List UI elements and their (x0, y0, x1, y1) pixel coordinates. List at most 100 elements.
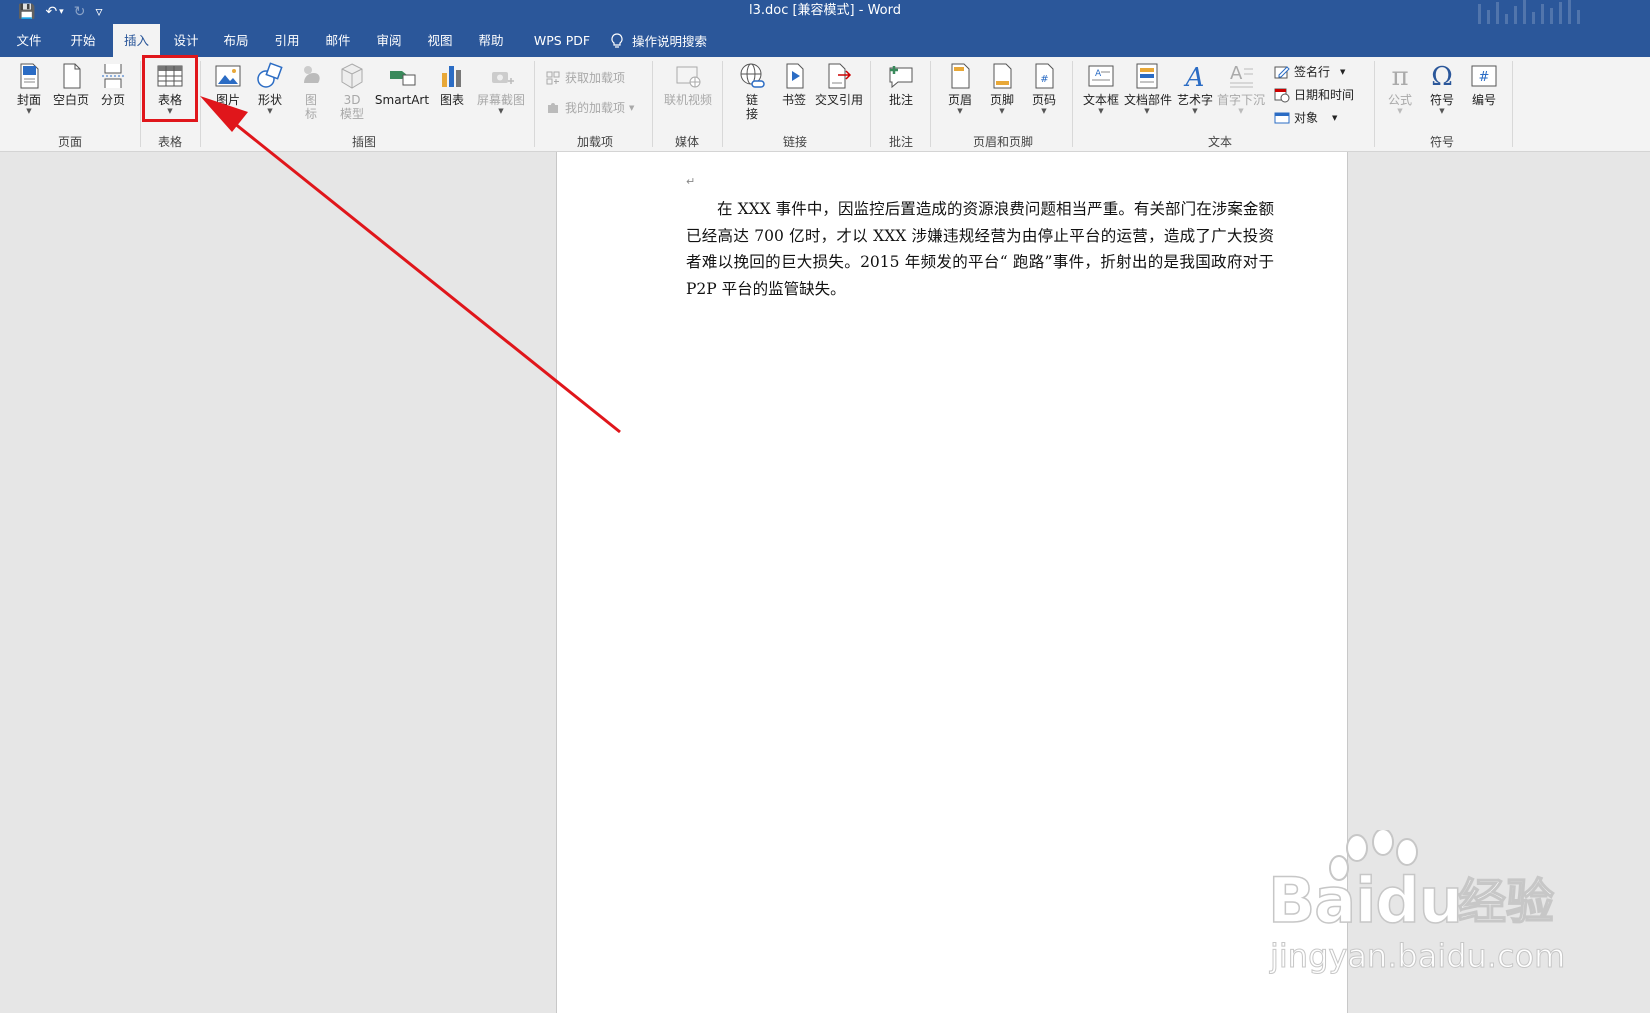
cover-page-label: 封面 (16, 93, 41, 107)
tell-me-search[interactable]: 操作说明搜索 (610, 24, 707, 57)
tab-view[interactable]: 视图 (423, 24, 457, 57)
chart-button[interactable]: 图表 (436, 61, 468, 107)
3d-model-label-1: 3D (343, 93, 361, 107)
ribbon-tabs: 文件 开始 插入 设计 布局 引用 邮件 审阅 视图 帮助 WPS PDF 操作… (0, 24, 1650, 57)
new-comment-button[interactable]: 批注 (882, 61, 920, 107)
group-separator (870, 61, 871, 147)
chart-label: 图表 (439, 93, 464, 107)
tab-home[interactable]: 开始 (66, 24, 100, 57)
lightbulb-icon (611, 32, 623, 48)
table-button-highlight (142, 55, 198, 122)
svg-text:#: # (1040, 74, 1048, 85)
tab-review[interactable]: 审阅 (372, 24, 406, 57)
date-time-label: 日期和时间 (1294, 88, 1355, 102)
group-label-header-footer: 页眉和页脚 (972, 135, 1033, 149)
quick-parts-icon (1136, 63, 1158, 89)
get-addins-label: 获取加载项 (565, 71, 626, 85)
footer-icon (993, 63, 1012, 89)
link-button[interactable]: 链 接 (734, 61, 770, 121)
smartart-button[interactable]: SmartArt (374, 61, 430, 107)
header-button[interactable]: 页眉 ▼ (942, 61, 978, 115)
puzzle-icon (548, 102, 558, 113)
header-icon (951, 63, 970, 89)
shapes-label: 形状 (257, 93, 282, 107)
smartart-icon (390, 71, 416, 86)
watermark-url: jingyan.baidu.com (1269, 937, 1566, 975)
group-separator (930, 61, 931, 147)
cross-reference-label: 交叉引用 (814, 93, 863, 107)
tab-wps-pdf[interactable]: WPS PDF (526, 24, 598, 57)
tell-me-label: 操作说明搜索 (632, 34, 708, 49)
tab-references[interactable]: 引用 (270, 24, 304, 57)
page-number-label: 页码 (1031, 93, 1056, 107)
tab-file[interactable]: 文件 (12, 24, 46, 57)
tab-mailings[interactable]: 邮件 (321, 24, 355, 57)
icons-label-1: 图 (304, 93, 317, 107)
bookmark-button[interactable]: 书签 (776, 61, 812, 107)
equation-label: 公式 (1387, 93, 1412, 107)
textbox-label: 文本框 (1082, 93, 1119, 107)
icons-icon (304, 66, 320, 83)
cover-page-button[interactable]: 封面 ▼ (12, 61, 46, 115)
get-addins-button: 获取加载项 (545, 69, 625, 86)
cube-icon (341, 63, 363, 89)
picture-button[interactable]: 图片 (210, 61, 246, 107)
omega-icon: Ω (1431, 62, 1453, 91)
group-separator (534, 61, 535, 147)
chevron-down-icon: ▼ (26, 107, 32, 115)
tab-layout[interactable]: 布局 (219, 24, 253, 57)
wordart-icon: A (1184, 63, 1205, 91)
svg-text:π: π (1391, 62, 1408, 91)
ribbon-insert: 封面 ▼ 空白页 分页 页面 表格 ▼ 表格 图片 形状 ▼ 图 标 3D 模型… (0, 57, 1650, 152)
blank-page-button[interactable]: 空白页 (52, 61, 90, 107)
group-label-symbols: 符号 (1429, 135, 1454, 149)
screenshot-label: 屏幕截图 (476, 93, 525, 107)
group-label-comments: 批注 (888, 135, 913, 149)
textbox-icon: A (1088, 65, 1114, 87)
screenshot-button: 屏幕截图 ▼ (474, 61, 528, 115)
number-button[interactable]: # 编号 (1466, 61, 1502, 107)
textbox-button[interactable]: A 文本框 ▼ (1082, 61, 1120, 115)
cross-reference-button[interactable]: 交叉引用 (814, 61, 864, 107)
page-number-button[interactable]: # 页码 ▼ (1026, 61, 1062, 115)
document-paragraph[interactable]: 在 XXX 事件中，因监控后置造成的资源浪费问题相当严重。有关部门在涉案金额已经… (686, 196, 1274, 302)
blank-page-label: 空白页 (52, 93, 89, 107)
date-time-button[interactable]: 日期和时间 (1274, 86, 1354, 103)
shapes-button[interactable]: 形状 ▼ (252, 61, 288, 115)
signature-line-label: 签名行 (1294, 65, 1331, 79)
tab-help[interactable]: 帮助 (474, 24, 508, 57)
equation-button: π 公式 ▼ (1382, 61, 1418, 115)
group-label-pages: 页面 (57, 135, 82, 149)
quick-parts-button[interactable]: 文档部件 ▼ (1124, 61, 1172, 115)
object-label: 对象 (1294, 111, 1319, 125)
camera-icon (492, 72, 514, 84)
footer-button[interactable]: 页脚 ▼ (984, 61, 1020, 115)
footer-label: 页脚 (989, 93, 1014, 107)
page-break-button[interactable]: 分页 (96, 61, 130, 107)
object-button[interactable]: 对象 ▼ (1274, 109, 1337, 126)
group-separator (722, 61, 723, 147)
wordart-button[interactable]: A 艺术字 ▼ (1176, 61, 1214, 115)
watermark-brand: Baidu (1267, 864, 1463, 937)
page-break-icon (102, 64, 124, 88)
svg-text:A: A (1095, 69, 1102, 79)
symbol-button[interactable]: Ω 符号 ▼ (1424, 61, 1460, 115)
chevron-down-icon: ▼ (1098, 107, 1104, 115)
group-separator (140, 61, 141, 147)
chevron-down-icon: ▼ (957, 107, 963, 115)
signature-line-button[interactable]: 签名行 ▼ (1274, 63, 1345, 80)
signature-icon (1274, 65, 1290, 78)
online-video-icon (676, 66, 701, 88)
bar-chart-icon (442, 66, 461, 87)
calendar-clock-icon (1274, 88, 1290, 102)
drop-cap-label: 首字下沉 (1216, 93, 1265, 107)
chevron-down-icon: ▼ (629, 103, 635, 112)
tab-insert[interactable]: 插入 (113, 24, 160, 57)
new-comment-label: 批注 (888, 93, 913, 107)
tab-design[interactable]: 设计 (169, 24, 203, 57)
group-separator (1072, 61, 1073, 147)
group-label-illustrations: 插图 (351, 135, 376, 149)
chevron-down-icon: ▼ (1238, 107, 1244, 115)
wordart-label: 艺术字 (1176, 93, 1213, 107)
chevron-down-icon: ▼ (1192, 107, 1198, 115)
